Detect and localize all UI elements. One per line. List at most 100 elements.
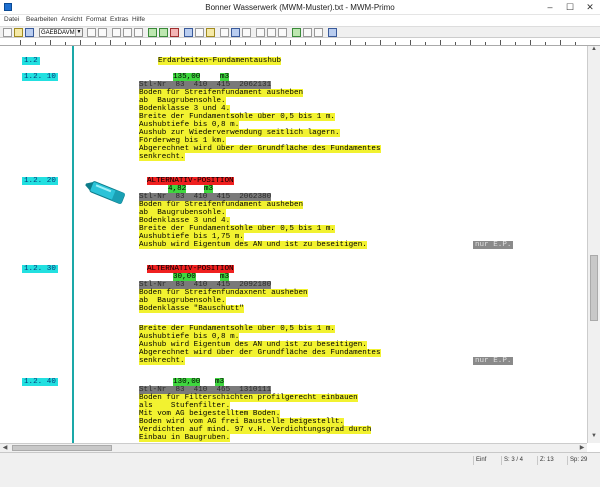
text-line: Aushub wird Eigentum des AN und ist zu b… [139,241,367,249]
ep-badge: nur E.P. [473,241,514,249]
open-folder-icon[interactable] [14,28,23,37]
settings-icon[interactable] [314,28,323,37]
alternative-badge: ALTERNATIV-POSITION [147,265,234,273]
window-title: Bonner Wasserwerk (MWM-Muster).txt - MWM… [205,3,395,12]
new-file-icon[interactable] [3,28,12,37]
highlight-icon[interactable] [206,28,215,37]
page-indicator: S: 3 / 4 [501,456,537,465]
scroll-thumb[interactable] [590,255,598,321]
text-line: senkrecht. [139,153,185,161]
insert-position-icon[interactable] [148,28,157,37]
menu-hilfe[interactable]: Hilfe [132,16,145,23]
sort-icon[interactable] [195,28,204,37]
menu-bar: Datei Bearbeiten Ansicht Format Extras H… [0,15,600,26]
maximize-button[interactable]: ☐ [560,0,580,15]
text-line: Aushubtiefe bis 0,8 m. [139,333,240,341]
print-icon[interactable] [87,28,96,37]
close-button[interactable]: ✕ [580,0,600,15]
text-line: Boden wird vom AG frei Baustelle beigest… [139,418,345,426]
toolbar: GAEBDAVML ▼ [0,26,600,38]
text-line: Abgerechnet wird über der Grundfläche de… [139,145,381,153]
export-icon[interactable] [292,28,301,37]
margin-line [72,46,74,443]
unit: m3 [220,73,230,81]
menu-extras[interactable]: Extras [110,16,128,23]
unit: m3 [215,378,225,386]
menu-datei[interactable]: Datei [4,16,19,23]
delete-position-icon[interactable] [170,28,179,37]
column-indicator: Sp: 29 [567,456,600,465]
menu-ansicht[interactable]: Ansicht [61,16,82,23]
quantity: 135,00 [173,73,201,81]
text-line: Verdichten auf mind. 97 v.H. Verdichtung… [139,426,372,434]
position-number[interactable]: 1.2. 30 [22,265,58,273]
scroll-right-icon[interactable]: ▶ [577,444,587,452]
horizontal-scrollbar[interactable]: ◀ ▶ [0,443,587,452]
text-editor[interactable]: 1.2 Erdarbeiten-Fundamentaushub 1.2. 10 … [0,46,587,443]
insert-mode: Einf [473,456,501,465]
paste-icon[interactable] [134,28,143,37]
text-line: Breite der Fundamentsohle über 0,5 bis 1… [139,325,335,333]
menu-bearbeiten[interactable]: Bearbeiten [26,16,57,23]
align-right-icon[interactable] [278,28,287,37]
hscroll-thumb[interactable] [12,445,112,451]
format-combo-value: GAEBDAVML [41,30,78,36]
alternative-badge: ALTERNATIV-POSITION [147,177,234,185]
position-number[interactable]: 1.2. 20 [22,177,58,185]
position-number[interactable]: 1.2. 10 [22,73,58,81]
line-indicator: Z: 13 [537,456,567,465]
save-icon[interactable] [25,28,34,37]
text-line: ab Baugrubensohle. [139,297,226,305]
text-line: Aushub wird Eigentum des AN und ist zu b… [139,341,367,349]
scroll-down-icon[interactable]: ▼ [588,433,600,443]
vertical-scrollbar[interactable]: ▲ ▼ [587,46,600,443]
unit: m3 [204,185,214,193]
text-line: Förderweg bis 1 km. [139,137,226,145]
ruler [0,38,600,46]
text-line: Boden für Streifenfundaxnent ausheben [139,289,308,297]
menu-format[interactable]: Format [86,16,107,23]
position-number[interactable]: 1.2 [22,57,40,65]
align-center-icon[interactable] [267,28,276,37]
font-icon[interactable] [220,28,229,37]
copy-icon[interactable] [123,28,132,37]
section-title: Erdarbeiten-Fundamentaushub [158,57,282,65]
highlighter-marker-icon [85,181,126,205]
minimize-button[interactable]: – [540,0,560,15]
status-bar: Einf S: 3 / 4 Z: 13 Sp: 29 [0,452,600,487]
text-line: Abgerechnet wird über der Grundfläche de… [139,349,381,357]
calculate-icon[interactable] [184,28,193,37]
insert-text-icon[interactable] [159,28,168,37]
text-line: Bodenklasse "Bauschutt" [139,305,244,313]
text-line: Boden für Filterschichten profilgerecht … [139,394,358,402]
chevron-down-icon[interactable]: ▼ [75,29,82,36]
text-line: Aushub zur Wiederverwendung seitlich lag… [139,129,340,137]
replace-icon[interactable] [242,28,251,37]
text-line: Bodenklasse 3 und 4. [139,217,231,225]
cut-icon[interactable] [112,28,121,37]
text-line: Boden für Streifenfundament ausheben [139,201,304,209]
text-line: Boden für Streifenfundament ausheben [139,89,304,97]
stl-number: Stl-Nr 83 410 415 2062131 [139,81,272,89]
format-combo[interactable]: GAEBDAVML ▼ [39,28,83,37]
stl-number: Stl-Nr 83 410 415 2062380 [139,193,272,201]
text-line: ab Baugrubensohle. [139,209,226,217]
text-line: Einbau in Baugruben. [139,434,231,442]
text-line: Breite der Fundamentsohle über 0,5 bis 1… [139,225,335,233]
text-line: Mit vom AG beigestelltem Boden. [139,410,281,418]
import-icon[interactable] [303,28,312,37]
title-bar: Bonner Wasserwerk (MWM-Muster).txt - MWM… [0,0,600,15]
quantity: 4,82 [168,185,187,193]
text-line: Aushubtiefe bis 1,75 m. [139,233,244,241]
scroll-up-icon[interactable]: ▲ [588,46,600,56]
preview-icon[interactable] [98,28,107,37]
scroll-left-icon[interactable]: ◀ [0,444,10,452]
ep-badge: nur E.P. [473,357,514,365]
position-number[interactable]: 1.2. 40 [22,378,58,386]
text-line: Bodenklasse 3 und 4. [139,105,231,113]
text-line: ab Baugrubensohle. [139,97,226,105]
search-icon[interactable] [231,28,240,37]
align-left-icon[interactable] [256,28,265,37]
help-icon[interactable] [328,28,337,37]
stl-number: Stl-Nr 83 410 415 2092180 [139,281,272,289]
